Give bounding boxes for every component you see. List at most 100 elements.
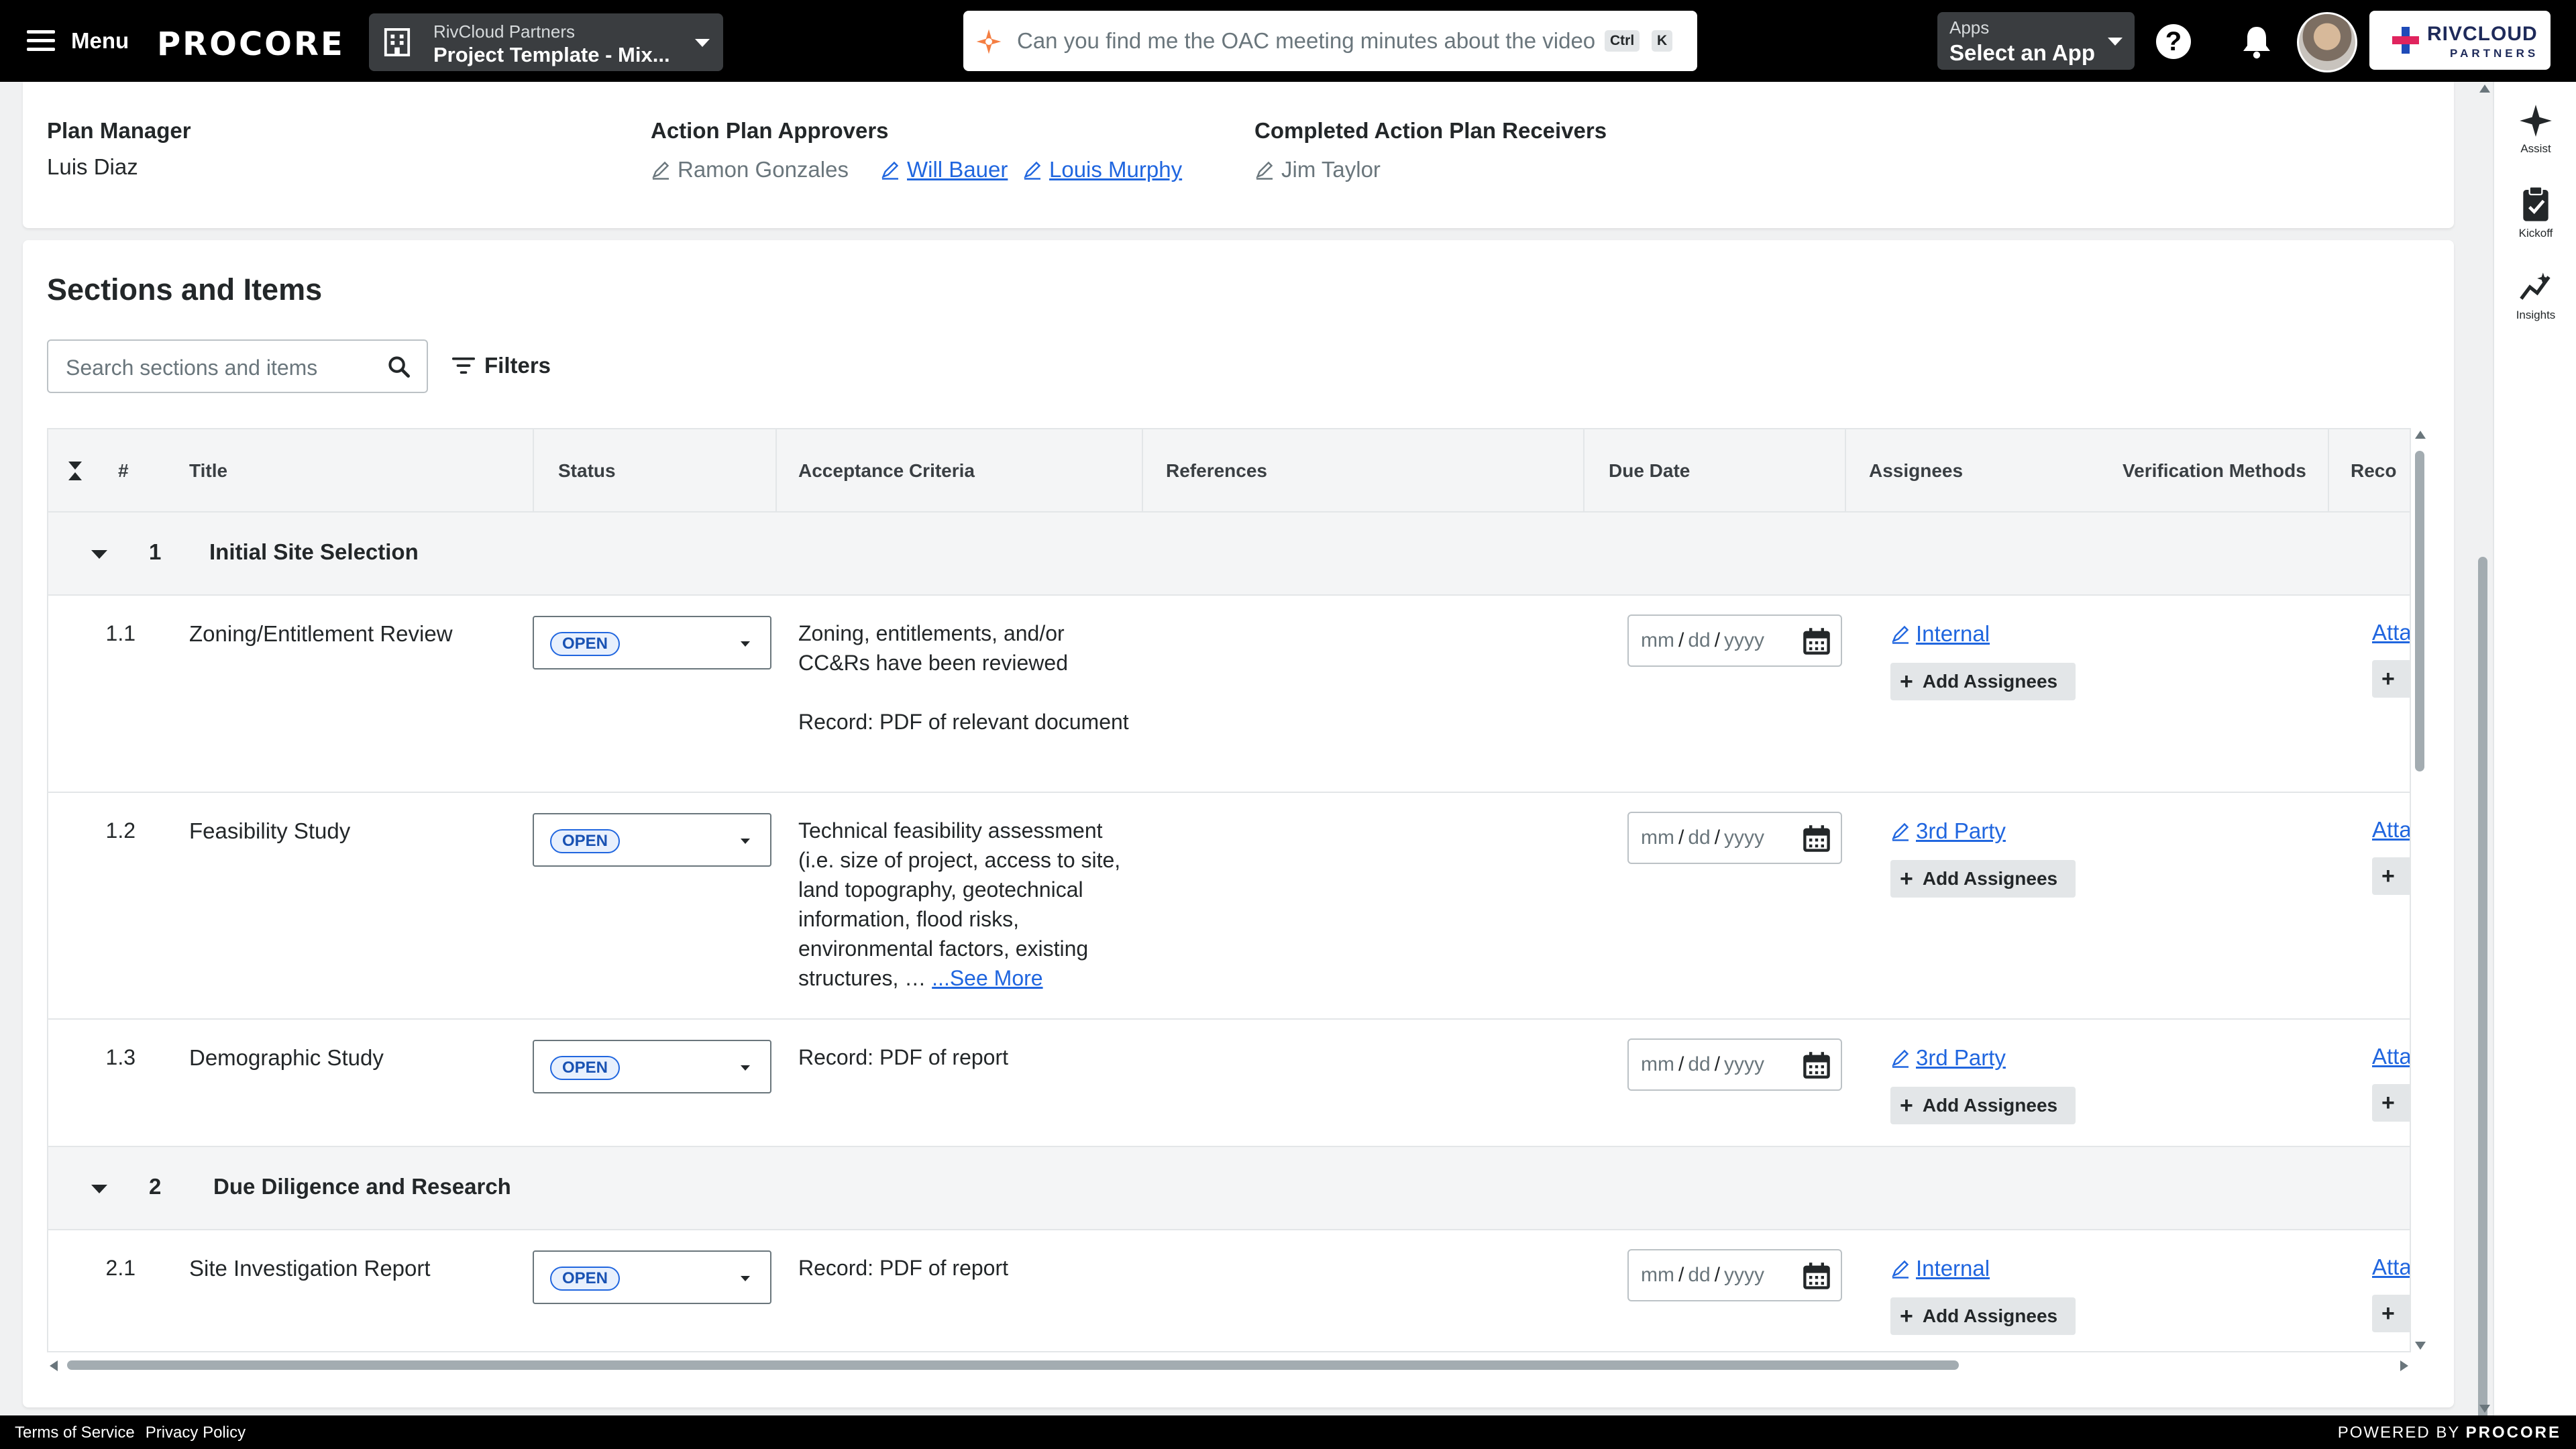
approver-ramon-gonzales: Ramon Gonzales — [651, 157, 849, 182]
see-more-link[interactable]: ...See More — [932, 966, 1042, 990]
item-number: 1.2 — [105, 818, 136, 843]
menu-button[interactable]: Menu — [27, 20, 129, 62]
help-icon[interactable]: ? — [2156, 24, 2191, 59]
scroll-up-arrow-icon[interactable] — [2415, 431, 2426, 439]
table-row: 1.3 Demographic Study OPEN Record: PDF o… — [48, 1020, 2410, 1147]
attach-link[interactable]: Atta — [2372, 1254, 2410, 1280]
apps-picker[interactable]: Apps Select an App — [1937, 12, 2135, 70]
partner-logo[interactable]: RIVCLOUD PARTNERS — [2369, 11, 2551, 70]
calendar-icon[interactable] — [1802, 1051, 1831, 1080]
scrollbar-thumb[interactable] — [2478, 557, 2487, 1446]
table-vertical-scrollbar[interactable] — [2411, 428, 2428, 1352]
search-icon[interactable] — [388, 356, 411, 378]
sections-search-input[interactable]: Search sections and items — [47, 339, 428, 393]
assist-search-bar[interactable]: Can you find me the OAC meeting minutes … — [963, 11, 1697, 71]
assignee-link[interactable]: 3rd Party — [1890, 1045, 2006, 1071]
rail-item-insights[interactable]: Insights — [2494, 270, 2576, 322]
powered-by: POWERED BY PROCORE — [2338, 1424, 2561, 1442]
due-date-input[interactable]: mm / dd / yyyy — [1627, 1038, 1842, 1091]
status-select[interactable]: OPEN — [533, 813, 771, 867]
scroll-right-arrow-icon[interactable] — [2400, 1360, 2408, 1371]
approver-will-bauer[interactable]: Will Bauer — [880, 157, 1008, 182]
scrollbar-thumb[interactable] — [67, 1360, 1959, 1370]
user-avatar[interactable] — [2297, 12, 2357, 72]
section-title: Due Diligence and Research — [213, 1174, 511, 1199]
column-header-records[interactable]: Reco — [2329, 429, 2410, 513]
scroll-left-arrow-icon[interactable] — [50, 1360, 58, 1371]
chevron-down-icon — [741, 839, 750, 844]
section-row[interactable]: 1 Initial Site Selection — [48, 513, 2410, 596]
table-horizontal-scrollbar[interactable] — [47, 1356, 2411, 1374]
add-assignees-label: Add Assignees — [1922, 671, 2058, 692]
rivcloud-logo-icon — [2392, 27, 2419, 54]
chevron-down-icon — [741, 641, 750, 647]
column-header-status[interactable]: Status — [534, 429, 777, 513]
chevron-down-icon[interactable] — [91, 1185, 107, 1193]
scroll-down-arrow-icon[interactable] — [2479, 1405, 2490, 1413]
add-assignees-button[interactable]: + Add Assignees — [1890, 663, 2076, 700]
add-attachment-button[interactable]: + — [2372, 1295, 2410, 1332]
scroll-up-arrow-icon[interactable] — [2479, 85, 2490, 93]
status-select[interactable]: OPEN — [533, 616, 771, 669]
column-header-references[interactable]: References — [1143, 429, 1585, 513]
page-vertical-scrollbar[interactable] — [2475, 82, 2491, 1446]
attach-link[interactable]: Atta — [2372, 1044, 2410, 1069]
column-header-title[interactable]: Title — [189, 429, 534, 513]
approver-name[interactable]: Louis Murphy — [1049, 157, 1182, 182]
chevron-down-icon — [695, 39, 710, 47]
assignee-link[interactable]: Internal — [1890, 1256, 1990, 1281]
section-row[interactable]: 2 Due Diligence and Research — [48, 1147, 2410, 1230]
signature-pen-icon — [1256, 161, 1273, 180]
acceptance-criteria: Record: PDF of report — [798, 1045, 1008, 1069]
signature-pen-icon — [881, 161, 899, 180]
add-assignees-button[interactable]: + Add Assignees — [1890, 1087, 2076, 1124]
rail-item-assist[interactable]: Assist — [2494, 103, 2576, 156]
add-attachment-button[interactable]: + — [2372, 660, 2410, 698]
chevron-down-icon — [741, 1065, 750, 1071]
add-attachment-button[interactable]: + — [2372, 1084, 2410, 1122]
attach-link[interactable]: Atta — [2372, 817, 2410, 843]
privacy-policy-link[interactable]: Privacy Policy — [146, 1424, 246, 1442]
due-date-input[interactable]: mm / dd / yyyy — [1627, 1249, 1842, 1301]
calendar-icon[interactable] — [1802, 627, 1831, 656]
acceptance-criteria: Technical feasibility assessment (i.e. s… — [798, 816, 1134, 993]
scroll-down-arrow-icon[interactable] — [2415, 1342, 2426, 1350]
column-header-acceptance-criteria[interactable]: Acceptance Criteria — [777, 429, 1143, 513]
assignee-link[interactable]: 3rd Party — [1890, 818, 2006, 844]
add-assignees-button[interactable]: + Add Assignees — [1890, 860, 2076, 898]
chevron-down-icon[interactable] — [91, 550, 107, 559]
approver-name[interactable]: Will Bauer — [907, 157, 1008, 182]
approver-louis-murphy[interactable]: Louis Murphy — [1022, 157, 1182, 182]
status-select[interactable]: OPEN — [533, 1040, 771, 1093]
notifications-bell-icon[interactable] — [2241, 24, 2273, 59]
procore-logo[interactable]: PROCORE — [157, 25, 345, 63]
add-attachment-button[interactable]: + — [2372, 857, 2410, 895]
assignee-name[interactable]: Internal — [1916, 621, 1990, 647]
apps-label: Apps — [1949, 17, 1990, 38]
assignee-name[interactable]: Internal — [1916, 1256, 1990, 1281]
partner-name: RIVCLOUD — [2427, 23, 2538, 45]
assignee-name[interactable]: 3rd Party — [1916, 818, 2006, 844]
status-badge: OPEN — [550, 1056, 621, 1080]
calendar-icon[interactable] — [1802, 824, 1831, 853]
scrollbar-thumb[interactable] — [2415, 451, 2424, 771]
column-header-assignees[interactable]: Assignees — [1846, 429, 2101, 513]
terms-of-service-link[interactable]: Terms of Service — [15, 1424, 135, 1442]
calendar-icon[interactable] — [1802, 1261, 1831, 1291]
expand-collapse-all-icon[interactable] — [67, 460, 83, 482]
project-picker[interactable]: RivCloud Partners Project Template - Mix… — [369, 13, 723, 71]
assignee-name[interactable]: 3rd Party — [1916, 1045, 2006, 1071]
column-header-verification-methods[interactable]: Verification Methods — [2102, 429, 2329, 513]
status-select[interactable]: OPEN — [533, 1250, 771, 1304]
chevron-down-icon — [2108, 38, 2123, 46]
due-date-input[interactable]: mm / dd / yyyy — [1627, 614, 1842, 667]
date-separator: / — [1678, 826, 1684, 849]
column-header-due-date[interactable]: Due Date — [1585, 429, 1846, 513]
due-date-input[interactable]: mm / dd / yyyy — [1627, 812, 1842, 864]
filters-button[interactable]: Filters — [452, 349, 551, 382]
menu-label: Menu — [71, 28, 129, 53]
rail-item-kickoff[interactable]: Kickoff — [2494, 185, 2576, 240]
add-assignees-button[interactable]: + Add Assignees — [1890, 1297, 2076, 1335]
attach-link[interactable]: Atta — [2372, 620, 2410, 645]
assignee-link[interactable]: Internal — [1890, 621, 1990, 647]
